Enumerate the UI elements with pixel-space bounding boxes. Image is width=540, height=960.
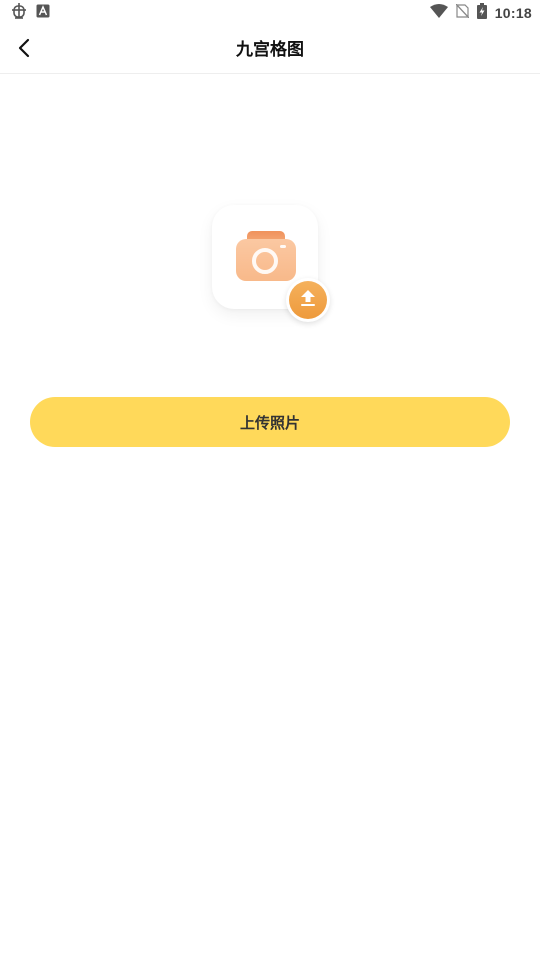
upload-photo-button[interactable]: 上传照片 xyxy=(30,397,510,447)
status-bar: 10:18 xyxy=(0,0,540,26)
status-right-group: 10:18 xyxy=(429,3,532,23)
bug-icon xyxy=(10,2,28,24)
wifi-icon xyxy=(429,4,448,22)
page-title: 九宫格图 xyxy=(236,40,304,60)
battery-charging-icon xyxy=(476,3,487,23)
upload-badge-circle xyxy=(289,281,327,319)
upload-arrow-icon xyxy=(298,288,318,312)
camera-icon xyxy=(234,229,298,285)
chevron-left-icon xyxy=(17,38,31,62)
text-a-icon xyxy=(36,4,50,22)
status-time: 10:18 xyxy=(494,5,532,21)
upload-badge xyxy=(286,278,330,322)
no-sim-icon xyxy=(455,3,470,22)
upload-illustration[interactable] xyxy=(212,205,334,327)
back-button[interactable] xyxy=(8,34,40,66)
app-bar: 九宫格图 xyxy=(0,26,540,74)
status-left-group xyxy=(10,2,50,24)
